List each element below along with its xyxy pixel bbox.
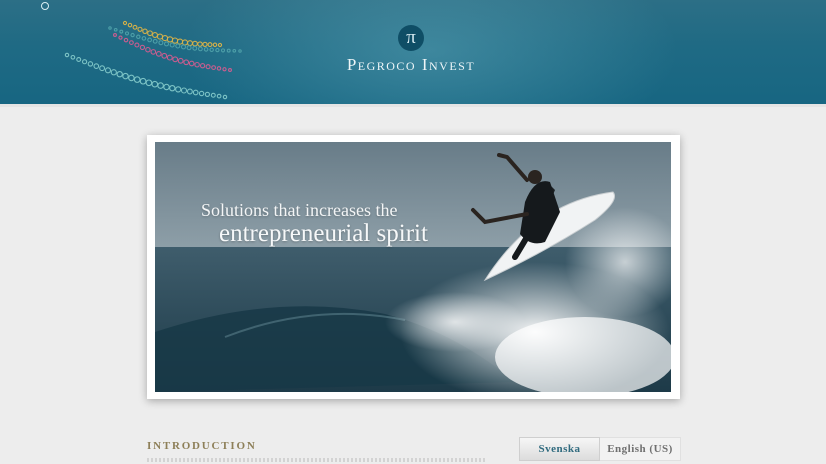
language-option-svenska[interactable]: Svenska: [519, 437, 600, 461]
header-divider: [0, 104, 826, 107]
header-glow: [180, 0, 680, 104]
dotted-feather-decoration-icon: [64, 20, 242, 100]
pi-logo-icon[interactable]: π: [398, 25, 424, 51]
hero-banner: Solutions that increases the entrepreneu…: [147, 135, 680, 399]
language-option-english[interactable]: English (US): [600, 437, 681, 461]
language-switcher: Svenska English (US): [519, 437, 681, 461]
surfer-photo: Solutions that increases the entrepreneu…: [155, 142, 671, 392]
site-header: π Pegroco Invest: [0, 0, 826, 104]
section-title-introduction: INTRODUCTION: [147, 440, 257, 452]
section-divider: [147, 458, 485, 462]
hero-tagline-line2: entrepreneurial spirit: [219, 220, 428, 247]
hero-tagline-line1: Solutions that increases the: [201, 200, 398, 220]
ring-icon: [41, 2, 49, 10]
brand-name[interactable]: Pegroco Invest: [300, 55, 522, 75]
